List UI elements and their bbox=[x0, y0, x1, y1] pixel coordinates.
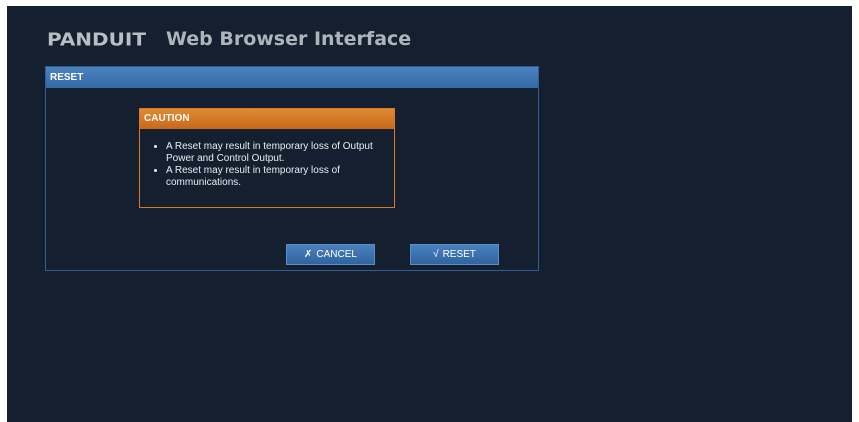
reset-label: RESET bbox=[442, 249, 476, 260]
caution-box: CAUTION A Reset may result in temporary … bbox=[139, 108, 395, 208]
panduit-logo: PANDUIT bbox=[47, 28, 146, 50]
cancel-icon: ✗ bbox=[304, 249, 313, 260]
screen: PANDUIT Web Browser Interface RESET CAUT… bbox=[7, 6, 852, 422]
caution-item: A Reset may result in temporary loss of … bbox=[166, 141, 394, 164]
caution-title: CAUTION bbox=[140, 109, 394, 129]
cancel-button[interactable]: ✗ CANCEL bbox=[286, 244, 375, 265]
header: PANDUIT Web Browser Interface bbox=[47, 27, 411, 51]
caution-list: A Reset may result in temporary loss of … bbox=[140, 141, 394, 188]
app-title: Web Browser Interface bbox=[165, 28, 412, 50]
panel-title: RESET bbox=[46, 67, 538, 88]
cancel-label: CANCEL bbox=[316, 249, 357, 260]
check-icon: √ bbox=[433, 249, 439, 260]
caution-item: A Reset may result in temporary loss of … bbox=[166, 165, 394, 188]
reset-panel: RESET CAUTION A Reset may result in temp… bbox=[45, 66, 539, 271]
reset-button[interactable]: √ RESET bbox=[410, 244, 499, 265]
